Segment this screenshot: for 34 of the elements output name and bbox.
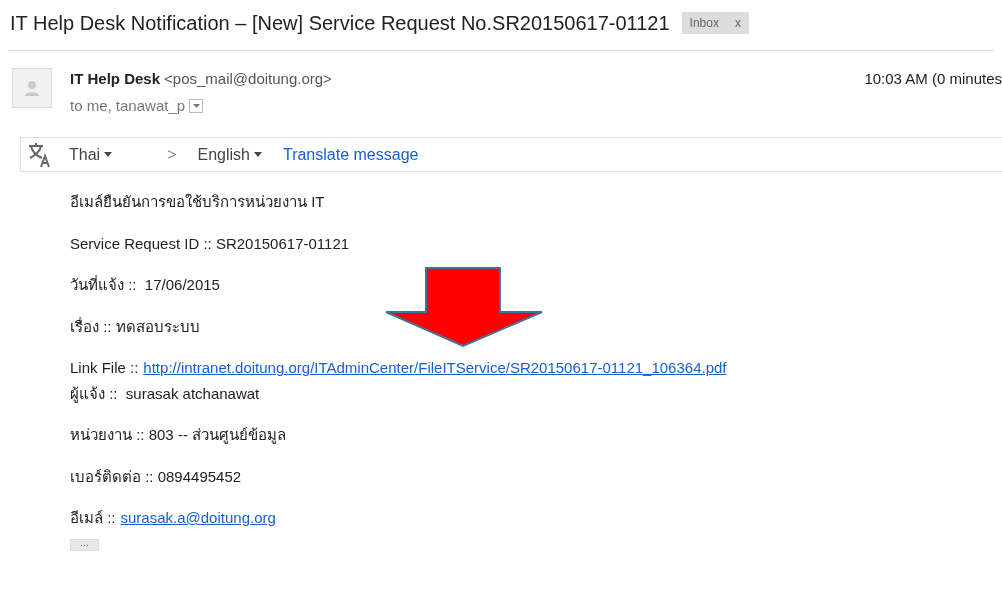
field-value: SR20150617-01121 (214, 233, 350, 254)
field-link[interactable]: http://intranet.doitung.org/ITAdminCenter/FileITService/SR20150617-01121_106364.pdf (143, 357, 727, 380)
sender-email: <pos_mail@doitung.org> (164, 69, 332, 89)
translate-icon (26, 140, 52, 169)
caret-icon (104, 152, 113, 157)
field-label: อีเมล์ยืนยันการขอใช้บริการหน่วยงาน IT (70, 192, 325, 212)
field-label: ผู้แจ้ง :: (70, 383, 118, 405)
field-label: เบอร์ติดต่อ :: (70, 466, 154, 487)
field-label: เรื่อง :: (70, 316, 112, 337)
recipients: to me, tanawat_p (70, 95, 186, 116)
field-value: 803 -- ส่วนศูนย์ข้อมูล (147, 425, 287, 446)
sender-name: IT Help Desk (70, 69, 161, 89)
target-language-dropdown[interactable]: English (197, 142, 262, 167)
field-label: วันที่แจ้ง :: (70, 274, 137, 295)
caret-icon (253, 152, 262, 157)
field-label: อีเมล์ :: (70, 508, 116, 528)
show-trimmed-button[interactable]: ··· (70, 538, 99, 551)
field-label: หน่วยงาน :: (70, 425, 145, 445)
inbox-label[interactable]: Inbox x (681, 12, 749, 34)
translate-message-link[interactable]: Translate message (282, 142, 419, 167)
field-label: Link File :: (70, 358, 139, 378)
source-language-dropdown[interactable]: Thai (69, 142, 113, 167)
avatar-icon (12, 68, 52, 108)
subject-title: IT Help Desk Notification – [New] Service Request No.SR20150617-01121 (10, 11, 670, 36)
details-dropdown[interactable] (189, 98, 204, 113)
field-label: Service Request ID :: (70, 233, 212, 254)
field-value: 17/06/2015 (143, 275, 220, 295)
message-time: 10:03 AM (0 minutes (864, 69, 1002, 89)
field-value: ทดสอบระบบ (114, 316, 200, 337)
field-link[interactable]: surasak.a@doitung.org (120, 507, 276, 530)
field-value: surasak atchanawat (124, 383, 260, 404)
field-value: 0894495452 (156, 466, 242, 487)
separator-chevron: > (167, 144, 177, 165)
caret-icon (192, 103, 200, 108)
